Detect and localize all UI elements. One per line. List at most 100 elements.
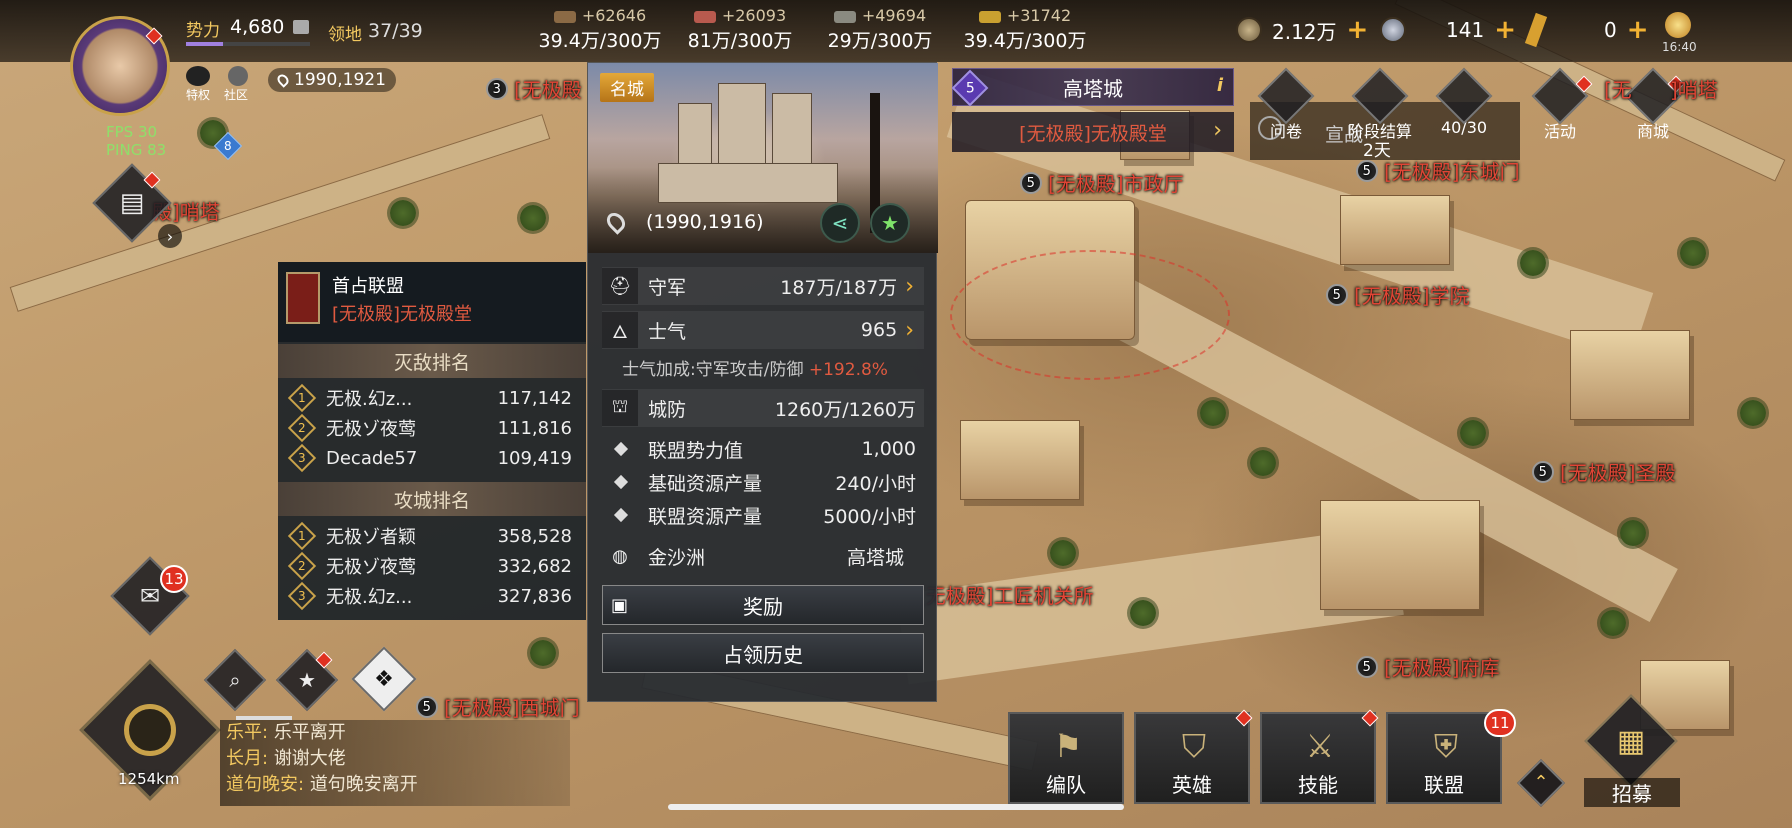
occupation-history-label: 占领历史 [723, 642, 803, 667]
tag-text: ]哨塔 [1670, 78, 1718, 102]
add-silver-button[interactable]: + [1494, 17, 1516, 43]
chat-message: 乐平离开 [273, 722, 346, 743]
chat-line: 乐平: 乐平离开 [220, 720, 570, 746]
palm-tree [1200, 400, 1226, 426]
resource-stone[interactable]: +49694 29万/300万 [800, 6, 960, 53]
city-coords[interactable]: (1990,1916) [603, 209, 764, 235]
skills-label: 技能 [1298, 773, 1338, 797]
resource-food[interactable]: +26093 81万/300万 [660, 6, 820, 53]
palm-tree [1460, 420, 1486, 446]
workshop-building[interactable] [1320, 500, 1480, 610]
rank-player: 无极ゾ夜莺 [326, 419, 416, 440]
chevron-right-icon: › [905, 317, 914, 343]
power-value: 4,680 [230, 16, 285, 38]
diamond-bullet-icon [613, 441, 629, 457]
stone-gain: +49694 [861, 6, 927, 25]
map-tag-watchtower-right-a[interactable]: [无 [1604, 74, 1632, 103]
garrison-value: 187万/187万 [780, 276, 898, 299]
chat-message: 谢谢大佬 [273, 748, 346, 769]
rank-number-icon: 2 [287, 413, 317, 443]
wood-gain: +62646 [581, 6, 647, 25]
alliance-flag-icon [286, 272, 320, 324]
vip-icon[interactable] [186, 66, 210, 86]
rank-number: 3 [298, 588, 306, 603]
rank-player: Decade57 [326, 447, 418, 469]
city-defense-row: ⛫ 城防 1260万/1260万 [602, 389, 924, 427]
expand-chevron-icon[interactable]: › [158, 224, 182, 248]
add-gem-button[interactable]: + [1627, 17, 1649, 43]
alliance-power-row: 联盟势力值 1,000 [602, 433, 924, 465]
resource-gold[interactable]: +31742 39.4万/300万 [945, 6, 1105, 53]
troops-button[interactable]: ⚑ 编队 [1008, 712, 1124, 804]
map-tag-city-hall[interactable]: 5 [无极殿]市政厅 [1015, 166, 1184, 199]
stage-settle-button[interactable]: 阶段结算 [1340, 67, 1420, 141]
garrison-row[interactable]: ⛑ 守军 187万/187万 › [602, 267, 924, 305]
map-tag-treasury[interactable]: 5 [无极殿]府库 [1351, 650, 1500, 683]
rank-number: 1 [298, 528, 306, 543]
map-tag-west-gate[interactable]: 5 [无极殿]西城门 [411, 690, 580, 723]
signal-level: 8 [224, 138, 232, 153]
add-copper-button[interactable]: + [1347, 17, 1369, 43]
map-tag-temple[interactable]: 5 [无极殿]圣殿 [1527, 455, 1676, 488]
kill-rank-row[interactable]: 2 无极ゾ夜莺 111,816 [278, 412, 586, 444]
resource-wood[interactable]: +62646 39.4万/300万 [520, 6, 680, 53]
siege-rank-row[interactable]: 1 无极ゾ者颖 358,528 [278, 520, 586, 552]
stage-count-button[interactable]: 40/30 [1435, 67, 1493, 137]
recruit-button[interactable]: ▦ 招募 [1584, 694, 1680, 807]
community-icon[interactable] [228, 66, 248, 86]
info-icon[interactable]: i [1217, 75, 1223, 96]
temple-building[interactable] [1570, 330, 1690, 420]
siege-rank-row[interactable]: 2 无极ゾ夜莺 332,682 [278, 550, 586, 582]
stone-icon [833, 10, 856, 23]
first-occupation-alliance[interactable]: [无极殿]无极殿堂 [332, 300, 472, 326]
city-owner-banner[interactable]: [无极殿]无极殿堂 › [952, 112, 1234, 152]
silver-coin-icon [1380, 17, 1406, 43]
reward-button[interactable]: ▣ 奖励 [602, 585, 924, 625]
rank-score: 332,682 [497, 555, 572, 577]
fortress-icon: ⛫ [602, 390, 638, 426]
chest-icon: ▣ [611, 594, 629, 616]
storage-icon[interactable] [293, 20, 309, 34]
share-button[interactable]: ⋖ [820, 203, 860, 243]
kill-rank-row[interactable]: 1 无极.幻z... 117,142 [278, 382, 586, 414]
rank-number-icon: 1 [287, 383, 317, 413]
copper-value: 2.12万 [1272, 19, 1337, 44]
city-name: 高塔城 [1063, 76, 1123, 101]
share-icon: ⋖ [831, 211, 849, 235]
map-tag-east-gate[interactable]: 5 [无极殿]东城门 [1351, 154, 1520, 187]
favorite-button[interactable]: ★ [870, 203, 910, 243]
power-progress-fill [186, 42, 224, 46]
tag-text: [无极殿]市政厅 [1048, 172, 1184, 196]
morale-bonus-value: +192.8% [808, 360, 888, 380]
map-tag-west[interactable]: 3 [无极殿 [481, 72, 582, 105]
rank-number-icon: 2 [287, 551, 317, 581]
palm-tree [1680, 240, 1706, 266]
city-level-badge: 5 [951, 69, 989, 107]
occupation-history-button[interactable]: 占领历史 [602, 633, 924, 673]
palm-tree [1130, 600, 1156, 626]
morale-row[interactable]: 🜂 士气 965 › [602, 311, 924, 349]
diamond-grid-icon: ❖ [374, 666, 394, 692]
morale-bonus-label: 士气加成:守军攻击/防御 [622, 360, 804, 380]
academy-building[interactable] [1340, 195, 1450, 265]
siege-rank-row[interactable]: 3 无极.幻z... 327,836 [278, 580, 586, 612]
treasury-building[interactable] [960, 420, 1080, 500]
chat-sender: 乐平: [226, 722, 269, 743]
survey-button[interactable]: 问卷 [1257, 67, 1315, 141]
heroes-button[interactable]: ⛉ 英雄 [1134, 712, 1250, 804]
region-row: ◍ 金沙洲 高塔城 [602, 537, 924, 575]
skills-button[interactable]: ⚔ 技能 [1260, 712, 1376, 804]
tag-text: [无极殿]西城门 [444, 696, 580, 720]
ranking-panel: 首占联盟 [无极殿]无极殿堂 灭敌排名 1 无极.幻z... 117,142 2 无极… [278, 262, 586, 620]
community-label: 社区 [224, 88, 249, 102]
chat-line: 道句晚安: 道句晚安离开 [220, 772, 570, 798]
map-tag-academy[interactable]: 5 [无极殿]学院 [1321, 278, 1470, 311]
tag-level: 5 [1362, 659, 1372, 674]
stone-amount: 29万/300万 [827, 30, 933, 52]
kill-rank-row[interactable]: 3 Decade57 109,419 [278, 442, 586, 474]
coords-chip[interactable]: 1990,1921 [268, 68, 396, 92]
map-tag-watchtower-right-b[interactable]: ]哨塔 [1670, 74, 1718, 103]
gem-icon [1524, 12, 1548, 48]
city-coords-value: (1990,1916) [646, 211, 764, 233]
chat-feed[interactable]: 乐平: 乐平离开 长月: 谢谢大佬 道句晚安: 道句晚安离开 [220, 720, 570, 806]
